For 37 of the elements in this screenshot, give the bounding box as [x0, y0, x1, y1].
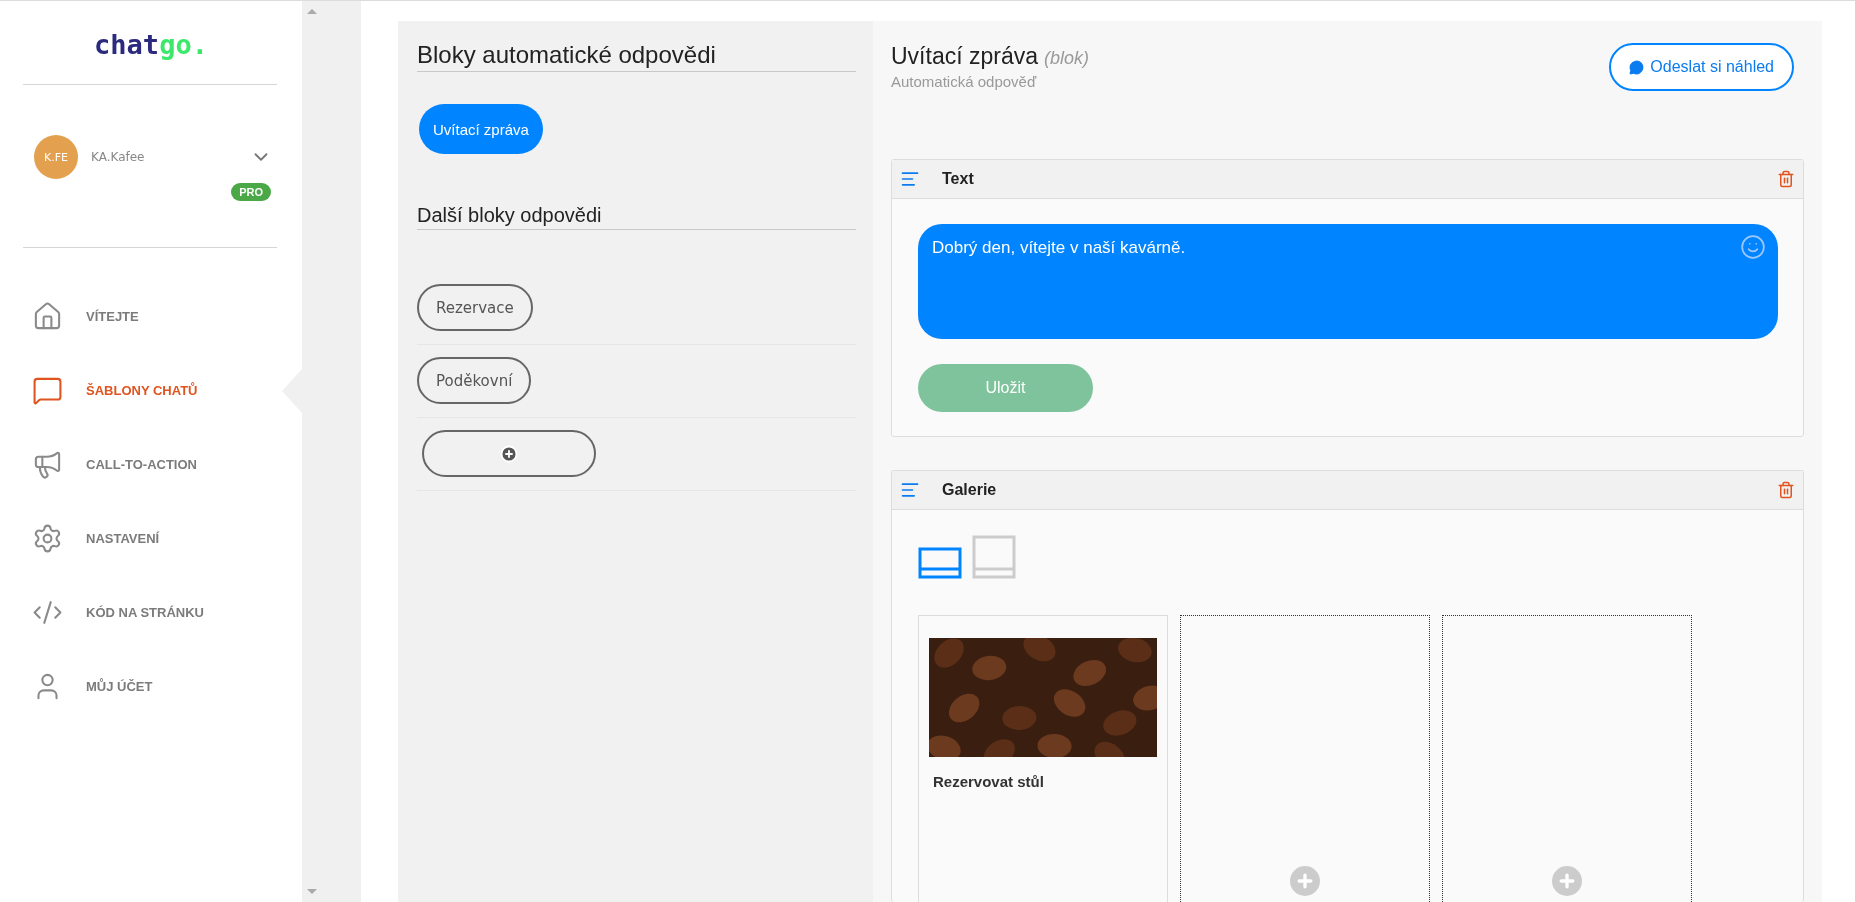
- megaphone-icon: [32, 449, 63, 480]
- scroll-down-arrow[interactable]: [307, 889, 317, 894]
- card-title: Text: [942, 170, 975, 188]
- nav-item[interactable]: MŮJ ÚČET: [0, 668, 302, 705]
- panel-heading: Bloky automatické odpovědi: [417, 41, 856, 72]
- nav-item[interactable]: KÓD NA STRÁNKU: [0, 594, 302, 631]
- chat-bubble-icon: [32, 375, 63, 406]
- nav-item[interactable]: VÍTEJTE: [0, 298, 302, 335]
- item-caption: Rezervovat stůl: [932, 773, 1045, 790]
- add-block-button[interactable]: [422, 430, 596, 477]
- wide-layout-icon[interactable]: [918, 547, 962, 579]
- logo[interactable]: chatgo.: [0, 1, 302, 84]
- messenger-icon: [1629, 59, 1645, 75]
- nav-item[interactable]: CALL-TO-ACTION: [0, 446, 302, 483]
- drag-handle-icon[interactable]: [900, 169, 920, 189]
- editor-subtitle: Automatická odpověď: [891, 73, 1038, 90]
- nav-item[interactable]: NASTAVENÍ: [0, 520, 302, 557]
- emoji-icon[interactable]: [1740, 234, 1766, 260]
- panel-heading: Další bloky odpovědi: [417, 204, 856, 230]
- trash-icon[interactable]: [1777, 170, 1795, 188]
- plan-badge: PRO: [231, 183, 271, 201]
- plus-circle-icon: [500, 444, 518, 463]
- editor-title: Uvítací zpráva (blok): [891, 43, 1089, 70]
- card-title: Galerie: [942, 481, 998, 499]
- drag-handle-icon[interactable]: [900, 480, 920, 500]
- preview-button[interactable]: Odeslat si náhled: [1609, 43, 1794, 91]
- block-button[interactable]: Rezervace: [417, 284, 533, 331]
- account-name: KA.Kafee: [91, 150, 146, 164]
- block-button[interactable]: Uvítací zpráva: [419, 104, 543, 154]
- home-icon: [32, 301, 63, 332]
- block-button[interactable]: Poděkovní: [417, 357, 532, 404]
- scroll-up-arrow[interactable]: [307, 9, 317, 14]
- message-field[interactable]: Dobrý den, vítejte v naší kavárně.: [918, 224, 1778, 339]
- settings-icon: [32, 523, 63, 554]
- avatar: K.FE: [34, 135, 78, 179]
- gallery-item[interactable]: Rezervovat stůl: [918, 615, 1168, 902]
- trash-icon[interactable]: [1777, 481, 1795, 499]
